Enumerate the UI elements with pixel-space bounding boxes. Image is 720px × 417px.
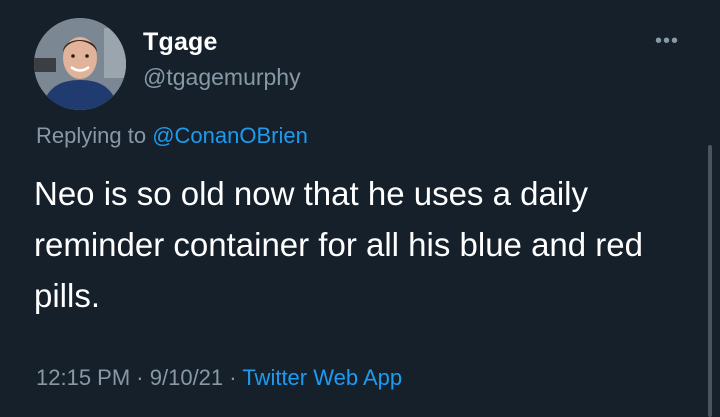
tweet-date[interactable]: 9/10/21: [150, 365, 223, 390]
avatar[interactable]: [34, 18, 126, 110]
replying-to-line: Replying to @ConanOBrien: [36, 123, 308, 149]
avatar-photo: [34, 18, 126, 110]
tweet-source-link[interactable]: Twitter Web App: [242, 365, 402, 390]
replying-to-handle-link[interactable]: @ConanOBrien: [152, 123, 308, 148]
tweet-text: Neo is so old now that he uses a daily r…: [34, 175, 644, 314]
user-handle[interactable]: @tgagemurphy: [143, 64, 301, 91]
tweet-time[interactable]: 12:15 PM: [36, 365, 130, 390]
scrollbar[interactable]: [708, 145, 712, 417]
meta-separator: ·: [136, 365, 144, 390]
replying-to-label: Replying to: [36, 123, 147, 148]
more-horizontal-icon[interactable]: •••: [655, 31, 685, 51]
tweet-meta: 12:15 PM · 9/10/21 · Twitter Web App: [36, 365, 402, 391]
meta-separator: ·: [229, 365, 237, 390]
display-name[interactable]: Tgage: [143, 28, 218, 57]
tweet: Tgage @tgagemurphy ••• Replying to @Cona…: [0, 0, 720, 417]
